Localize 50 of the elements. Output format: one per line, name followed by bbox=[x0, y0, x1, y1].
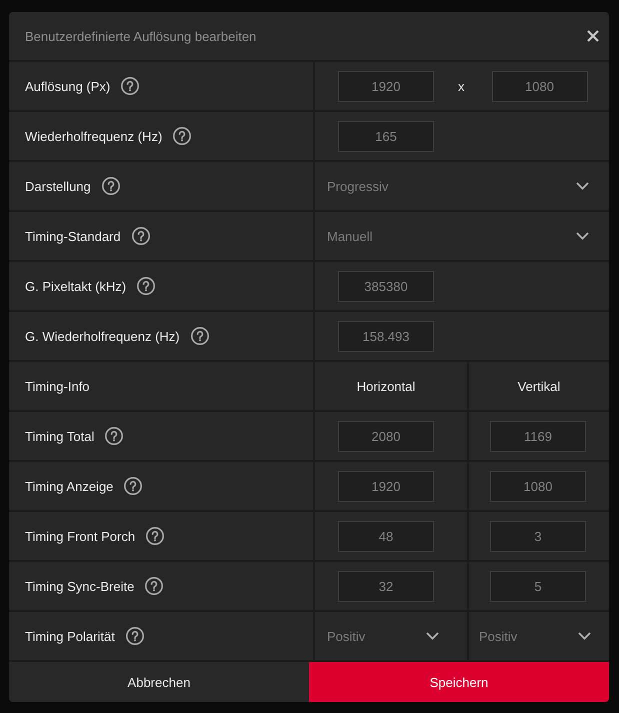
number-field[interactable]: 385380 bbox=[338, 270, 434, 302]
column-header: Horizontal bbox=[356, 378, 416, 394]
number-field[interactable]: 48 bbox=[338, 520, 434, 552]
close-icon[interactable] bbox=[587, 30, 599, 42]
column-header: Vertikal bbox=[518, 378, 560, 394]
dropdown[interactable]: Positiv bbox=[469, 612, 609, 660]
chevron-icon bbox=[576, 182, 589, 190]
help-icon[interactable] bbox=[126, 627, 144, 645]
number-field[interactable]: 1169 bbox=[490, 420, 586, 452]
help-icon[interactable] bbox=[190, 327, 209, 345]
save-button[interactable]: Speichern bbox=[309, 662, 609, 702]
help-icon[interactable] bbox=[173, 127, 192, 145]
help-icon[interactable] bbox=[132, 227, 150, 245]
help-icon[interactable] bbox=[121, 77, 140, 95]
number-field[interactable]: 1080 bbox=[492, 70, 588, 102]
number-field[interactable]: 2080 bbox=[338, 420, 434, 452]
field-label: Auflösung (Px) bbox=[25, 78, 110, 94]
number-field[interactable]: 165 bbox=[338, 120, 434, 152]
dropdown[interactable]: Positiv bbox=[315, 612, 467, 660]
field-label: Darstellung bbox=[25, 178, 91, 194]
field-label: Timing Total bbox=[25, 428, 94, 444]
field-label: Timing Polarität bbox=[25, 628, 115, 644]
help-icon[interactable] bbox=[102, 177, 120, 195]
dropdown[interactable]: Progressiv bbox=[315, 162, 609, 210]
number-field[interactable]: 3 bbox=[490, 520, 586, 552]
help-icon[interactable] bbox=[105, 427, 124, 445]
dimension-separator: x bbox=[458, 78, 464, 94]
number-field[interactable]: 1920 bbox=[338, 70, 434, 102]
dialog-title: Benutzerdefinierte Auflösung bearbeiten bbox=[25, 28, 256, 44]
field-label: Timing-Standard bbox=[25, 228, 121, 244]
chevron-icon bbox=[578, 632, 591, 640]
help-icon[interactable] bbox=[146, 527, 164, 545]
field-label: Wiederholfrequenz (Hz) bbox=[25, 128, 162, 144]
chevron-icon bbox=[576, 232, 589, 240]
field-label: Timing-Info bbox=[25, 378, 90, 394]
field-label: Timing Sync-Breite bbox=[25, 578, 134, 594]
field-label: Timing Anzeige bbox=[25, 478, 114, 494]
field-label: G. Pixeltakt (kHz) bbox=[25, 278, 126, 294]
number-field[interactable]: 32 bbox=[338, 570, 434, 602]
field-label: Timing Front Porch bbox=[25, 528, 136, 544]
number-field[interactable]: 5 bbox=[490, 570, 586, 602]
dropdown[interactable]: Manuell bbox=[315, 212, 609, 260]
number-field[interactable]: 1920 bbox=[338, 470, 434, 502]
help-icon[interactable] bbox=[145, 577, 164, 595]
help-icon[interactable] bbox=[124, 477, 142, 495]
field-label: G. Wiederholfrequenz (Hz) bbox=[25, 328, 180, 344]
help-icon[interactable] bbox=[137, 277, 156, 295]
chevron-icon bbox=[426, 632, 439, 640]
number-field[interactable]: 1080 bbox=[490, 470, 586, 502]
number-field[interactable]: 158.493 bbox=[338, 320, 434, 352]
